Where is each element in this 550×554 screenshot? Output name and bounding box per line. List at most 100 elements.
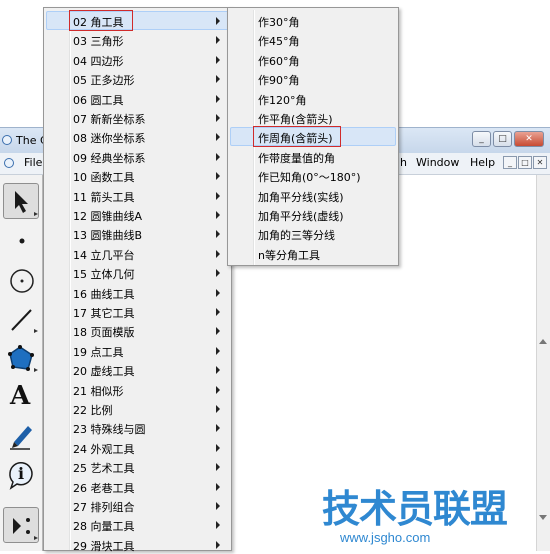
submenu-item-3[interactable]: 作90°角 xyxy=(230,69,396,88)
submenu-item-1[interactable]: 作45°角 xyxy=(230,30,396,49)
submenu-item-4[interactable]: 作120°角 xyxy=(230,89,396,108)
submenu-arrow-icon xyxy=(216,55,220,64)
submenu-item-label: 作120°角 xyxy=(258,93,307,107)
menu-item-8[interactable]: 10 函数工具 xyxy=(46,166,229,185)
menu-item-7[interactable]: 09 经典坐标系 xyxy=(46,147,229,166)
information-tool[interactable]: i xyxy=(3,456,39,492)
menu-item-25[interactable]: 27 排列组合 xyxy=(46,496,229,515)
submenu-item-label: 作平角(含箭头) xyxy=(258,113,333,126)
submenu-arrow-icon xyxy=(216,191,220,200)
submenu-arrow-icon xyxy=(216,443,220,452)
menu-h[interactable]: h xyxy=(400,156,407,169)
menu-item-2[interactable]: 04 四边形 xyxy=(46,50,229,69)
polygon-tool[interactable] xyxy=(3,339,39,375)
menu-item-5[interactable]: 07 新新坐标系 xyxy=(46,108,229,127)
submenu-arrow-icon xyxy=(216,249,220,258)
submenu-item-6[interactable]: 作周角(含箭头) xyxy=(230,126,396,148)
submenu-item-label: 作30°角 xyxy=(258,16,300,29)
menu-item-label: 17 其它工具 xyxy=(73,307,135,320)
menu-item-24[interactable]: 26 老巷工具 xyxy=(46,477,229,496)
submenu-arrow-icon xyxy=(216,405,220,413)
menu-window[interactable]: Window xyxy=(416,156,459,169)
submenu-item-label: 作45°角 xyxy=(258,35,300,49)
menu-item-label: 21 相似形 xyxy=(73,384,124,398)
submenu-item-8[interactable]: 作已知角(0°～180°) xyxy=(230,166,396,185)
menu-item-0[interactable]: 02 角工具 xyxy=(46,10,229,31)
menu-item-26[interactable]: 28 向量工具 xyxy=(46,515,229,534)
document-icon xyxy=(4,158,14,168)
submenu-item-label: 作带度量值的角 xyxy=(258,151,335,165)
marker-tool[interactable] xyxy=(3,417,39,453)
menu-item-10[interactable]: 12 圆锥曲线A xyxy=(46,205,229,224)
submenu-arrow-icon xyxy=(216,327,220,336)
menu-item-22[interactable]: 24 外观工具 xyxy=(46,438,229,457)
submenu-item-12[interactable]: n等分角工具 xyxy=(230,244,396,263)
menu-item-label: 20 虚线工具 xyxy=(73,365,135,379)
menu-item-label: 25 艺术工具 xyxy=(73,462,135,476)
menu-item-11[interactable]: 13 圆锥曲线B xyxy=(46,224,229,243)
close-button[interactable]: ✕ xyxy=(514,131,544,147)
straightedge-tool[interactable] xyxy=(3,300,39,336)
maximize-button[interactable]: □ xyxy=(493,131,512,147)
arrow-tool[interactable] xyxy=(3,183,39,219)
point-icon xyxy=(19,238,25,244)
watermark-text: 技术员联盟 xyxy=(322,487,508,531)
menu-item-9[interactable]: 11 箭头工具 xyxy=(46,186,229,205)
menu-item-19[interactable]: 21 相似形 xyxy=(46,380,229,399)
submenu-item-7[interactable]: 作带度量值的角 xyxy=(230,147,396,166)
info-glyph: i xyxy=(18,464,25,483)
scroll-up-icon[interactable] xyxy=(539,339,547,344)
submenu-item-0[interactable]: 作30°角 xyxy=(230,11,396,30)
menu-item-20[interactable]: 22 比例 xyxy=(46,399,229,418)
submenu-arrow-icon xyxy=(216,521,220,530)
menu-file[interactable]: File xyxy=(24,156,42,169)
submenu-arrow-icon xyxy=(216,269,220,278)
submenu-arrow-icon xyxy=(216,482,220,491)
menu-item-13[interactable]: 15 立体几何 xyxy=(46,263,229,282)
compass-icon xyxy=(10,269,34,293)
menu-item-label: 14 立几平台 xyxy=(73,248,135,262)
menu-item-label: 07 新新坐标系 xyxy=(73,113,146,126)
menu-item-label: 15 立体几何 xyxy=(73,268,135,282)
document-maximize-button[interactable]: □ xyxy=(518,156,532,169)
menu-item-14[interactable]: 16 曲线工具 xyxy=(46,283,229,302)
menu-item-12[interactable]: 14 立几平台 xyxy=(46,244,229,263)
submenu-item-label: n等分角工具 xyxy=(258,248,320,262)
point-tool[interactable] xyxy=(3,222,39,258)
menu-item-18[interactable]: 20 虚线工具 xyxy=(46,360,229,379)
custom-tool[interactable] xyxy=(3,507,39,543)
menu-item-6[interactable]: 08 迷你坐标系 xyxy=(46,127,229,146)
submenu-item-11[interactable]: 加角的三等分线 xyxy=(230,224,396,243)
menu-item-3[interactable]: 05 正多边形 xyxy=(46,69,229,88)
document-close-button[interactable]: ✕ xyxy=(533,156,547,169)
minimize-button[interactable]: _ xyxy=(472,131,491,147)
scroll-down-icon[interactable] xyxy=(539,515,547,520)
submenu-item-10[interactable]: 加角平分线(虚线) xyxy=(230,205,396,224)
menu-item-label: 06 圆工具 xyxy=(73,93,124,107)
custom-tools-icon xyxy=(13,518,38,540)
compass-tool[interactable] xyxy=(3,261,39,297)
submenu-item-2[interactable]: 作60°角 xyxy=(230,50,396,69)
menu-item-23[interactable]: 25 艺术工具 xyxy=(46,457,229,476)
app-icon xyxy=(2,135,12,145)
document-minimize-button[interactable]: _ xyxy=(503,156,517,169)
submenu-arrow-icon xyxy=(216,288,220,297)
menu-item-16[interactable]: 18 页面模版 xyxy=(46,321,229,340)
menu-item-17[interactable]: 19 点工具 xyxy=(46,341,229,360)
text-tool[interactable]: A xyxy=(3,378,39,414)
submenu-arrow-icon xyxy=(216,133,220,142)
submenu-item-9[interactable]: 加角平分线(实线) xyxy=(230,186,396,205)
menu-help[interactable]: Help xyxy=(470,156,495,169)
submenu-item-5[interactable]: 作平角(含箭头) xyxy=(230,108,396,127)
vertical-scrollbar[interactable] xyxy=(536,175,550,551)
submenu-item-label: 加角平分线(虚线) xyxy=(258,210,344,223)
watermark-url: www.jsgho.com xyxy=(340,530,431,545)
custom-tools-menu: 02 角工具 03 三角形 04 四边形 05 正多边形 06 圆工具 07 新新坐标系 0… xyxy=(43,7,232,553)
menu-item-4[interactable]: 06 圆工具 xyxy=(46,89,229,108)
straightedge-icon xyxy=(11,309,38,333)
menu-item-label: 10 函数工具 xyxy=(73,171,135,185)
menu-item-21[interactable]: 23 特殊线与圆 xyxy=(46,418,229,437)
menu-item-15[interactable]: 17 其它工具 xyxy=(46,302,229,321)
marker-icon xyxy=(10,426,32,450)
menu-item-1[interactable]: 03 三角形 xyxy=(46,30,229,49)
